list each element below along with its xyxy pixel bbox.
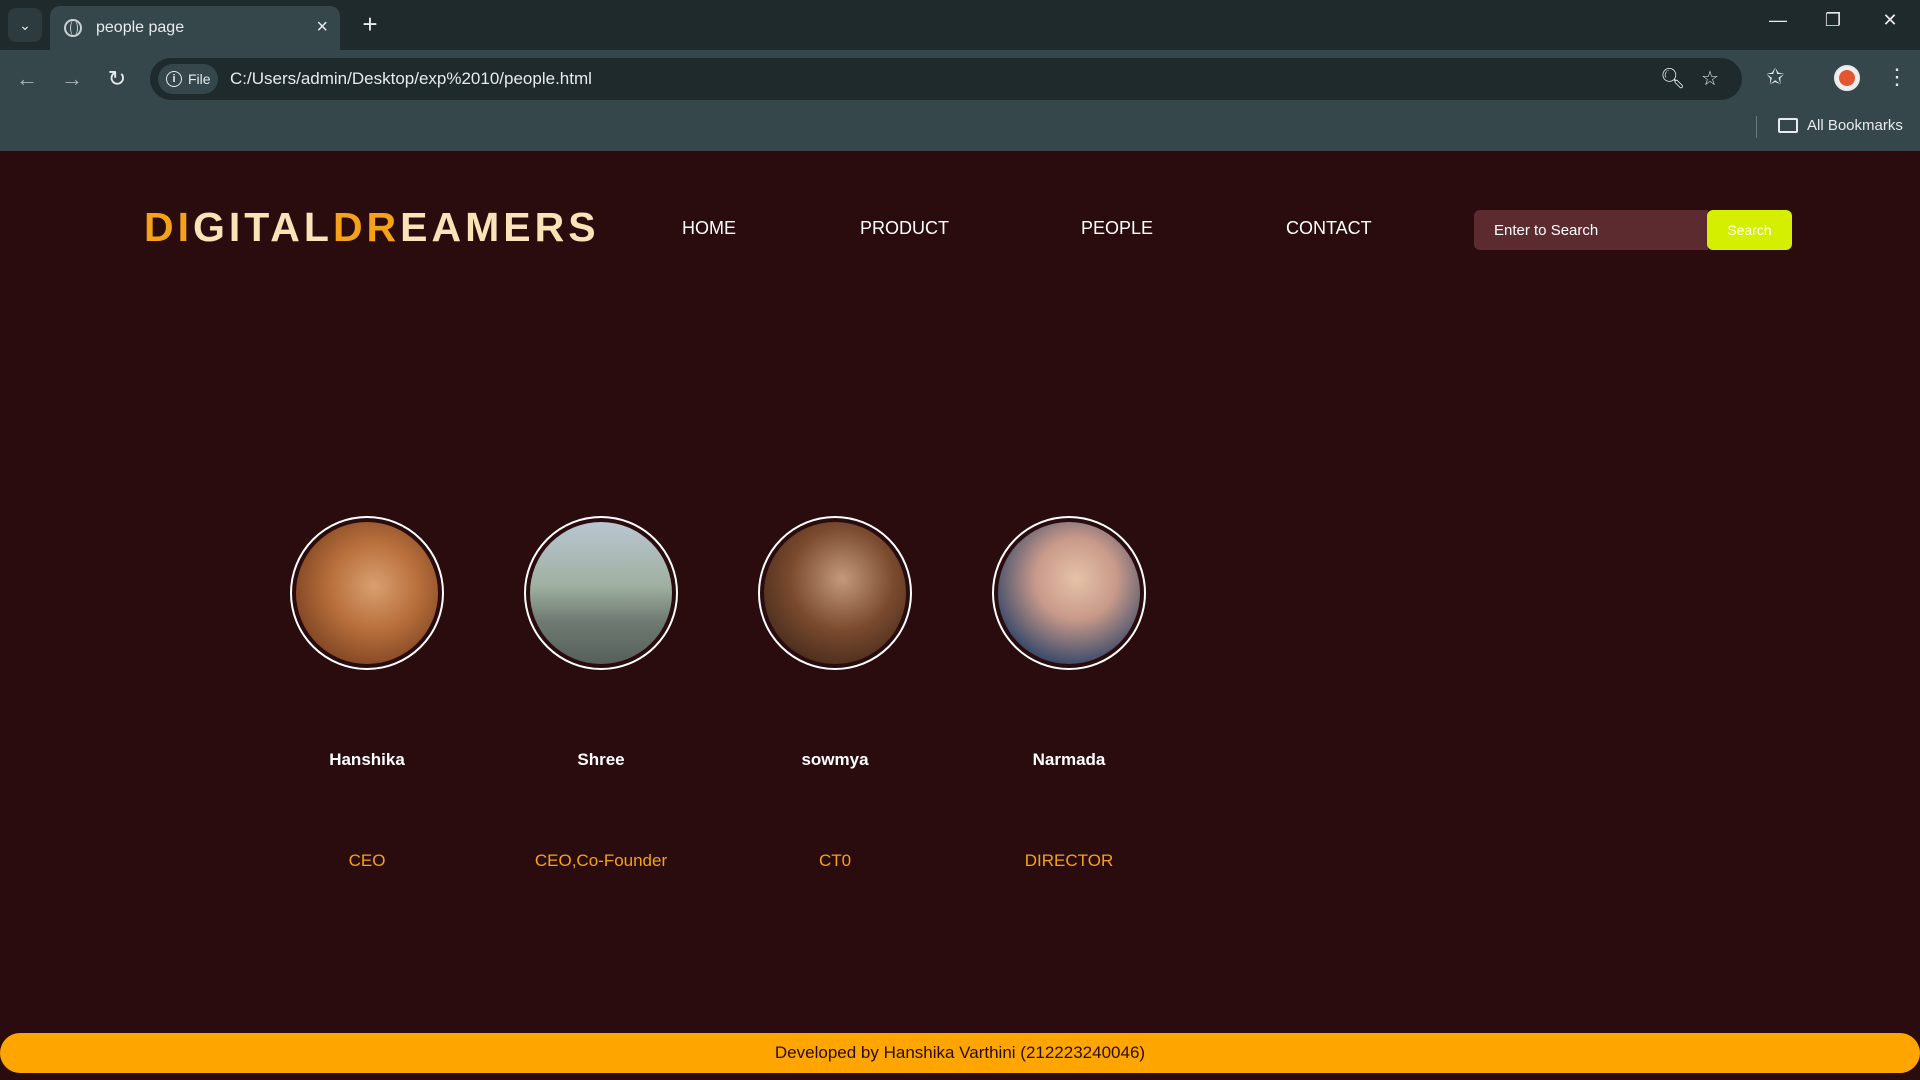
person-photo xyxy=(524,516,678,670)
logo-part: DR xyxy=(332,204,401,250)
close-window-button[interactable]: ✕ xyxy=(1870,10,1910,31)
logo-part: EAMERS xyxy=(400,204,600,250)
forward-button[interactable]: → xyxy=(57,64,87,94)
bookmarks-divider xyxy=(1756,116,1757,138)
folder-icon xyxy=(1778,118,1798,133)
profile-avatar[interactable] xyxy=(1834,65,1860,91)
logo-part: GITAL xyxy=(193,204,333,250)
menu-kebab-icon[interactable]: ⋮ xyxy=(1886,64,1908,90)
person-photo xyxy=(992,516,1146,670)
browser-tab[interactable]: people page × xyxy=(50,6,340,50)
person-role: CEO,Co-Founder xyxy=(534,851,668,870)
person-name: Shree xyxy=(577,750,625,769)
site-logo[interactable]: DIGITALDREAMERS xyxy=(144,204,600,251)
tab-search-dropdown[interactable]: ⌄ xyxy=(8,8,42,42)
globe-icon xyxy=(64,19,82,37)
person-photo xyxy=(758,516,912,670)
site-info-chip[interactable]: i File xyxy=(158,64,218,94)
browser-tab-strip: ⌄ people page × + — ❐ ✕ xyxy=(0,0,1920,50)
new-tab-button[interactable]: + xyxy=(354,8,386,40)
person-role: CT0 xyxy=(818,851,852,870)
search-button[interactable]: Search xyxy=(1707,210,1792,250)
all-bookmarks-link[interactable]: All Bookmarks xyxy=(1807,117,1903,134)
tab-title: people page xyxy=(96,19,185,36)
close-tab-icon[interactable]: × xyxy=(316,16,328,39)
restore-button[interactable]: ❐ xyxy=(1813,10,1853,31)
bookmarks-bar: All Bookmarks xyxy=(0,106,1920,151)
page-content: DIGITALDREAMERS HOME PRODUCT PEOPLE CONT… xyxy=(0,151,1920,1080)
search-input[interactable] xyxy=(1474,210,1708,250)
person-name: Hanshika xyxy=(329,750,405,769)
zoom-icon[interactable]: 🔍︎ xyxy=(1660,66,1685,91)
person-name: Narmada xyxy=(1032,750,1106,769)
back-button[interactable]: ← xyxy=(12,64,42,94)
address-bar[interactable]: i File C:/Users/admin/Desktop/exp%2010/p… xyxy=(150,58,1742,100)
bookmarks-star-icon[interactable]: ✩ xyxy=(1766,64,1784,90)
person-role: DIRECTOR xyxy=(1024,851,1114,870)
info-icon: i xyxy=(166,71,182,87)
nav-home[interactable]: HOME xyxy=(682,218,736,239)
page-footer: Developed by Hanshika Varthini (21222324… xyxy=(0,1033,1920,1073)
reload-button[interactable]: ↻ xyxy=(102,64,132,94)
nav-contact[interactable]: CONTACT xyxy=(1286,218,1372,239)
site-info-label: File xyxy=(188,71,211,87)
logo-part: DI xyxy=(144,204,193,250)
nav-people[interactable]: PEOPLE xyxy=(1081,218,1153,239)
nav-product[interactable]: PRODUCT xyxy=(860,218,949,239)
person-role: CEO xyxy=(348,851,386,870)
url-text[interactable]: C:/Users/admin/Desktop/exp%2010/people.h… xyxy=(230,69,592,89)
footer-text: Developed by Hanshika Varthini (21222324… xyxy=(774,1043,1146,1062)
browser-toolbar: ← → ↻ i File C:/Users/admin/Desktop/exp%… xyxy=(0,50,1920,106)
person-name: sowmya xyxy=(801,750,869,769)
minimize-button[interactable]: — xyxy=(1758,10,1798,31)
person-photo xyxy=(290,516,444,670)
bookmark-star-icon[interactable]: ☆ xyxy=(1701,66,1719,91)
